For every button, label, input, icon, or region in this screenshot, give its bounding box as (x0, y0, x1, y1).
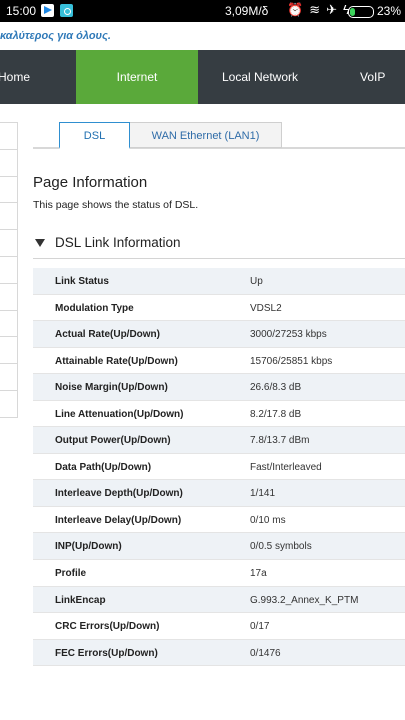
nav-item-internet[interactable]: Internet (76, 50, 198, 104)
collapse-arrow-icon[interactable] (35, 239, 45, 247)
battery-percent: 23% (377, 4, 402, 18)
row-label: Noise Margin(Up/Down) (55, 382, 168, 394)
row-label: Modulation Type (55, 302, 134, 314)
table-row: Modulation Type VDSL2 (33, 294, 405, 322)
row-label: Attainable Rate(Up/Down) (55, 355, 178, 367)
row-label: Interleave Delay(Up/Down) (55, 514, 182, 526)
row-value: 1/141 (250, 488, 276, 500)
table-row: Link Status Up (33, 268, 405, 295)
nav-item-home[interactable]: Home (0, 50, 40, 104)
table-row: Interleave Delay(Up/Down) 0/10 ms (33, 506, 405, 534)
table-row: Interleave Depth(Up/Down) 1/141 (33, 480, 405, 507)
row-label: CRC Errors(Up/Down) (55, 621, 160, 633)
status-icons: ⏰≋✈ϟ (287, 2, 356, 18)
row-value: 3000/27253 kbps (250, 329, 327, 341)
row-label: Interleave Depth(Up/Down) (55, 488, 183, 500)
table-row: Attainable Rate(Up/Down) 15706/25851 kbps (33, 347, 405, 375)
battery-fill (350, 8, 355, 16)
row-label: INP(Up/Down) (55, 541, 122, 553)
row-value: 15706/25851 kbps (250, 355, 333, 367)
battery-icon (348, 6, 374, 18)
row-value: 8.2/17.8 dB (250, 408, 302, 420)
sidebar-item[interactable] (0, 284, 17, 311)
table-row: INP(Up/Down) 0/0.5 symbols (33, 533, 405, 561)
row-value: 0/17 (250, 621, 270, 633)
row-value: Fast/Interleaved (250, 461, 322, 473)
nav-item-local-network[interactable]: Local Network (199, 50, 321, 104)
status-time: 15:00 (6, 4, 37, 18)
status-bar: 15:00 3,09M/δ ⏰≋✈ϟ 23% (0, 0, 405, 22)
sidebar-item[interactable] (0, 391, 17, 417)
table-row: CRC Errors(Up/Down) 0/17 (33, 613, 405, 640)
sidebar-item[interactable] (0, 123, 17, 150)
table-row: LinkEncap G.993.2_Annex_K_PTM (33, 586, 405, 614)
table-row: Profile 17a (33, 560, 405, 587)
row-value: 0/1476 (250, 647, 281, 659)
sidebar-item[interactable] (0, 257, 17, 284)
sidebar-item[interactable] (0, 150, 17, 177)
table-row: Noise Margin(Up/Down) 26.6/8.3 dB (33, 374, 405, 401)
row-value: G.993.2_Annex_K_PTM (250, 594, 359, 606)
row-label: Data Path(Up/Down) (55, 461, 152, 473)
tab-dsl[interactable]: DSL (59, 122, 130, 149)
table-row: Output Power(Up/Down) 7.8/13.7 dBm (33, 427, 405, 454)
sidebar-item[interactable] (0, 230, 17, 257)
sidebar-item[interactable] (0, 337, 17, 365)
table-row: FEC Errors(Up/Down) 0/1476 (33, 639, 405, 667)
main-nav: Home Internet Local Network VoIP (0, 50, 405, 104)
row-label: Output Power(Up/Down) (55, 435, 171, 447)
dsl-info-table: Link Status Up Modulation Type VDSL2 Actual … (33, 268, 405, 667)
tab-wan-ethernet[interactable]: WAN Ethernet (LAN1) (130, 122, 282, 148)
row-label: LinkEncap (55, 594, 106, 606)
row-label: FEC Errors(Up/Down) (55, 647, 158, 659)
sidebar-item[interactable] (0, 177, 17, 204)
play-store-icon (41, 4, 54, 17)
page-description: This page shows the status of DSL. (33, 199, 199, 211)
table-row: Data Path(Up/Down) Fast/Interleaved (33, 453, 405, 481)
app-notification-icon (60, 4, 73, 17)
row-value: 26.6/8.3 dB (250, 382, 302, 394)
nav-item-voip[interactable]: VoIP (360, 50, 405, 104)
sidebar-item[interactable] (0, 311, 17, 338)
alarm-off-icon: ⏰ (287, 2, 310, 17)
wifi-icon: ≋ (309, 2, 327, 17)
row-value: 0/10 ms (250, 514, 286, 526)
row-value: Up (250, 276, 263, 287)
header-banner: καλύτερος για όλους. (0, 22, 405, 50)
table-row: Actual Rate(Up/Down) 3000/27253 kbps (33, 321, 405, 348)
row-label: Profile (55, 568, 87, 580)
row-label: Line Attenuation(Up/Down) (55, 408, 184, 420)
section-title[interactable]: DSL Link Information (55, 235, 181, 250)
brand-tagline: καλύτερος για όλους. (0, 30, 111, 42)
page-title: Page Information (33, 174, 148, 191)
sidebar-item[interactable] (0, 364, 17, 391)
row-value: 7.8/13.7 dBm (250, 435, 310, 447)
row-label: Link Status (55, 276, 109, 287)
sidebar-item[interactable] (0, 203, 17, 231)
section-divider (33, 258, 405, 259)
airplane-icon: ✈ (326, 2, 343, 17)
row-value: 17a (250, 568, 267, 580)
row-label: Actual Rate(Up/Down) (55, 329, 160, 341)
row-value: VDSL2 (250, 302, 282, 314)
row-value: 0/0.5 symbols (250, 541, 312, 553)
table-row: Line Attenuation(Up/Down) 8.2/17.8 dB (33, 400, 405, 428)
sidebar-menu (0, 122, 18, 418)
network-speed: 3,09M/δ (225, 4, 269, 18)
